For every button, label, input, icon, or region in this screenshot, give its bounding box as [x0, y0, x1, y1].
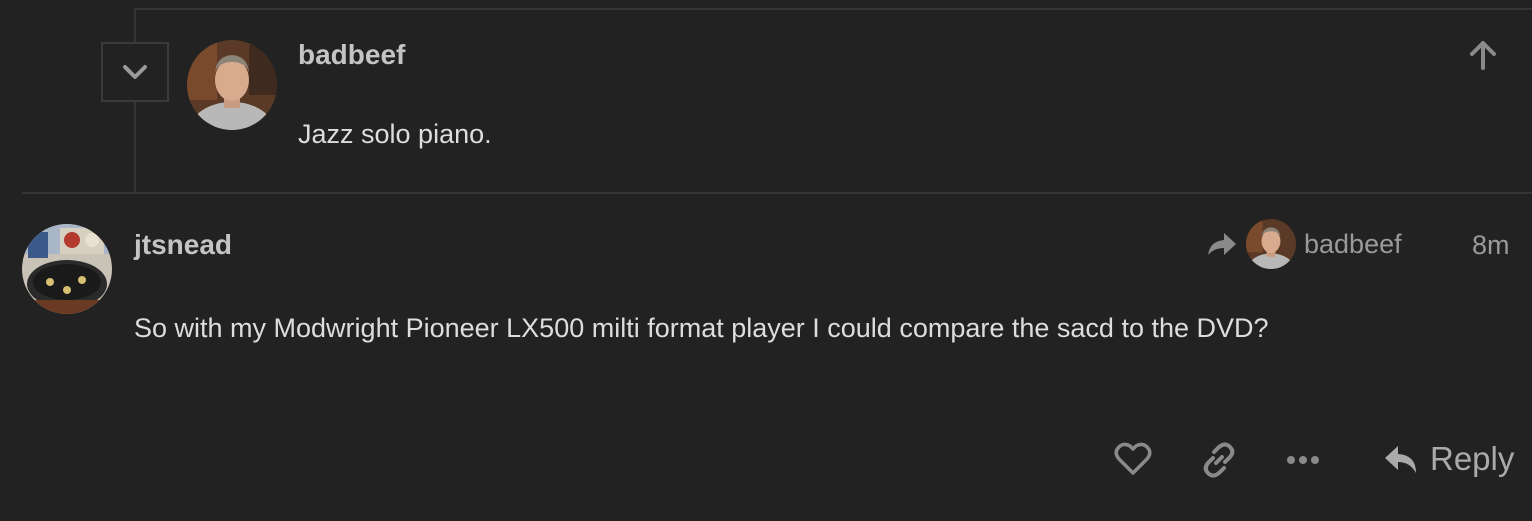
more-actions-button[interactable]: [1285, 450, 1321, 470]
embedded-reply-text: Jazz solo piano.: [298, 119, 492, 149]
arrow-up-icon: [1470, 41, 1496, 70]
copy-link-button[interactable]: [1200, 441, 1238, 479]
ellipsis-icon: [1287, 456, 1319, 464]
embedded-reply-avatar[interactable]: [187, 40, 277, 130]
topic-post-area: badbeef Jazz solo piano. jtsnead badbeef…: [0, 0, 1532, 521]
reply-to-avatar: [1246, 219, 1296, 269]
post-body-text: So with my Modwright Pioneer LX500 milti…: [134, 313, 1269, 343]
go-to-reply-button[interactable]: [1466, 38, 1500, 77]
post-author-username[interactable]: jtsnead: [134, 228, 232, 262]
collapse-embedded-reply-button[interactable]: [101, 42, 169, 102]
chevron-down-icon: [123, 65, 147, 79]
link-icon: [1203, 442, 1235, 478]
reply-button-label: Reply: [1430, 440, 1515, 477]
reply-to-tab[interactable]: badbeef: [1206, 218, 1402, 270]
post-timestamp[interactable]: 8m: [1472, 228, 1510, 262]
reply-arrow-icon: [1385, 446, 1416, 473]
post-divider: [22, 192, 1532, 194]
share-arrow-icon: [1208, 233, 1236, 255]
post-author-avatar[interactable]: [22, 224, 112, 314]
heart-icon: [1114, 442, 1152, 475]
embedded-reply-username[interactable]: badbeef: [298, 38, 405, 72]
like-button[interactable]: [1114, 441, 1152, 477]
reply-button[interactable]: Reply: [1382, 440, 1514, 478]
reply-to-username: badbeef: [1304, 228, 1402, 259]
embedded-reply-frame: [134, 8, 1532, 193]
